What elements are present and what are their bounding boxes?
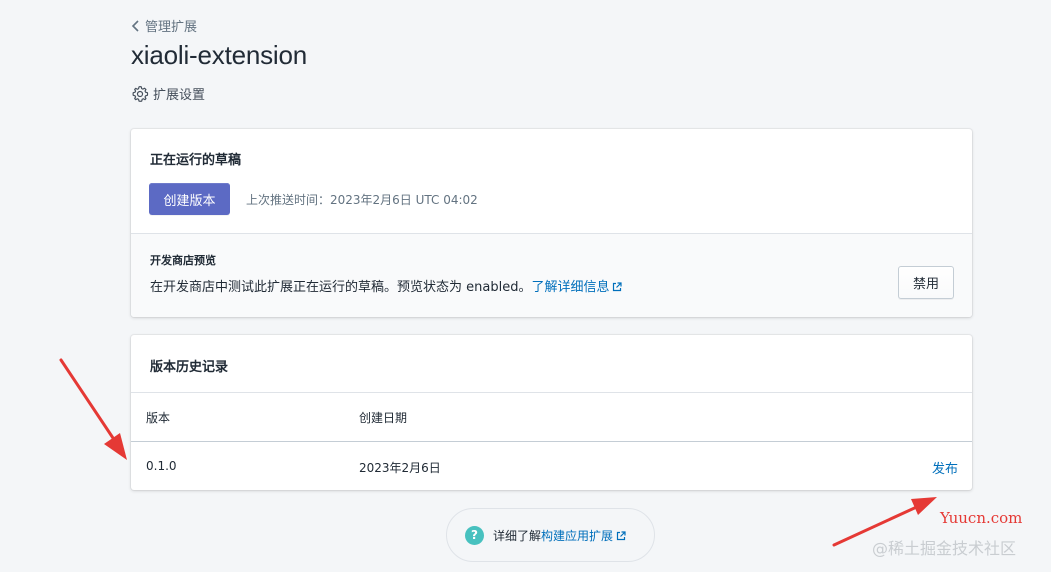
column-header-created: 创建日期 [359, 411, 408, 425]
running-draft-title: 正在运行的草稿 [150, 153, 242, 168]
breadcrumb[interactable]: 管理扩展 [131, 16, 197, 35]
dev-store-preview-description: 在开发商店中测试此扩展正在运行的草稿。预览状态为 enabled。了解详细信息 [150, 276, 623, 295]
extension-settings-label: 扩展设置 [153, 88, 206, 103]
version-cell: 0.1.0 [146, 459, 177, 473]
build-app-extensions-link[interactable]: 构建应用扩展 [541, 529, 626, 543]
question-icon: ? [465, 525, 484, 545]
publish-link[interactable]: 发布 [932, 458, 958, 477]
dev-store-preview-title: 开发商店预览 [150, 254, 216, 267]
dev-store-preview-section: 开发商店预览 在开发商店中测试此扩展正在运行的草稿。预览状态为 enabled。… [131, 233, 972, 317]
disable-button[interactable]: 禁用 [898, 266, 954, 299]
table-row: 0.1.0 2023年2月6日 发布 [131, 441, 972, 490]
extension-settings-link[interactable]: 扩展设置 [131, 84, 205, 103]
help-prefix: 详细了解 [493, 528, 542, 543]
version-history-card: 版本历史记录 版本 创建日期 0.1.0 2023年2月6日 发布 [131, 335, 972, 490]
page-title: xiaoli-extension [131, 40, 308, 70]
external-link-icon [616, 530, 626, 540]
created-date-cell: 2023年2月6日 [359, 461, 441, 475]
watermark-site: Yuucn.com [940, 509, 1023, 527]
watermark-community: @稀土掘金技术社区 [872, 539, 1017, 558]
external-link-icon [613, 282, 623, 292]
learn-more-label: 了解详细信息 [531, 280, 610, 295]
column-header-version: 版本 [146, 411, 171, 425]
annotation-arrow-left [59, 358, 127, 460]
version-history-title: 版本历史记录 [150, 360, 229, 375]
running-draft-card: 正在运行的草稿 创建版本 上次推送时间：2023年2月6日 UTC 04:02 … [131, 129, 972, 317]
help-text: 详细了解构建应用扩展 [493, 527, 626, 544]
help-footer: ? 详细了解构建应用扩展 [446, 508, 655, 562]
gear-icon [132, 85, 149, 102]
table-header: 版本 创建日期 [131, 392, 972, 442]
last-push-time: 上次推送时间：2023年2月6日 UTC 04:02 [246, 193, 478, 207]
build-app-extensions-label: 构建应用扩展 [541, 528, 614, 543]
breadcrumb-label: 管理扩展 [145, 20, 198, 35]
create-version-button[interactable]: 创建版本 [149, 183, 230, 215]
preview-description-text: 在开发商店中测试此扩展正在运行的草稿。预览状态为 enabled。 [150, 280, 532, 295]
chevron-left-icon [131, 19, 139, 32]
learn-more-link[interactable]: 了解详细信息 [531, 280, 623, 295]
